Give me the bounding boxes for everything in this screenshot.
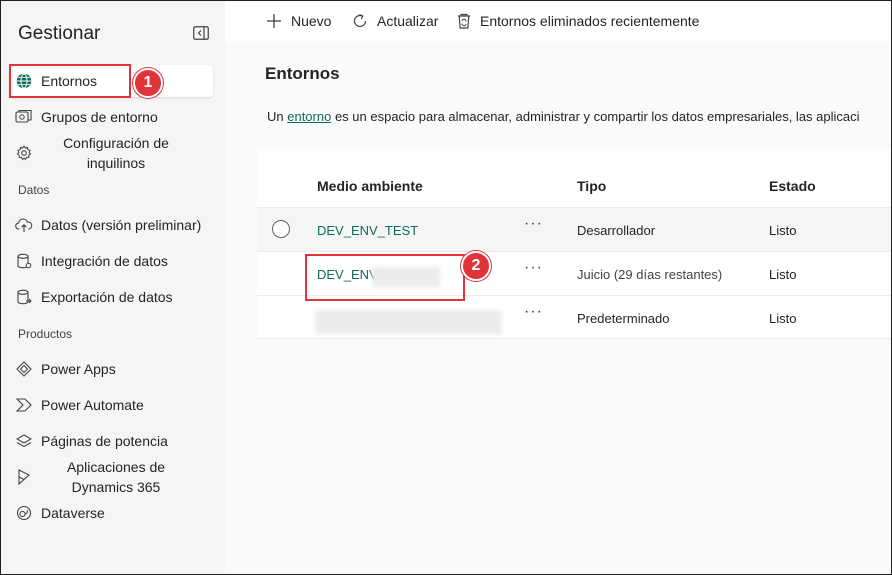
row-select-radio[interactable]: [272, 220, 290, 238]
cloud-upload-icon: [15, 216, 33, 234]
app-window: Gestionar Entornos Grupos de entorno Con…: [0, 0, 892, 575]
page-description: Un entorno es un espacio para almacenar,…: [267, 109, 860, 124]
sidebar-item-label: Configuración de inquilinos: [63, 135, 169, 171]
environment-link[interactable]: entorno: [287, 109, 331, 124]
annotation-badge-2: 2: [461, 251, 491, 281]
environment-state: Listo: [769, 311, 797, 326]
refresh-icon: [353, 13, 367, 28]
gear-icon: [15, 144, 33, 162]
environment-type: Predeterminado: [577, 311, 670, 326]
sidebar-item-configuracion[interactable]: Configuración de inquilinos: [9, 133, 213, 173]
page-title: Entornos: [265, 64, 340, 83]
redacted-environment-name[interactable]: [315, 310, 502, 334]
section-label-datos: Datos: [18, 183, 50, 197]
column-header-state[interactable]: Estado: [769, 178, 816, 194]
column-header-environment[interactable]: Medio ambiente: [317, 178, 423, 194]
sidebar-item-label: Exportación de datos: [41, 289, 173, 305]
sidebar-item-label: Dataverse: [41, 505, 105, 521]
sidebar-item-label: Aplicaciones de Dynamics 365: [66, 459, 166, 495]
table-header: Medio ambiente Tipo Estado: [257, 149, 891, 207]
refresh-button[interactable]: Actualizar: [351, 12, 438, 30]
recently-deleted-button[interactable]: Entornos eliminados recientemente: [456, 12, 699, 30]
sidebar-item-label: Power Automate: [41, 397, 144, 413]
sidebar-item-label: Grupos de entorno: [41, 109, 158, 125]
section-label-productos: Productos: [18, 327, 73, 341]
database-export-icon: [15, 288, 33, 306]
environment-state: Listo: [769, 267, 797, 282]
power-automate-icon: [15, 396, 33, 414]
sidebar-item-label: Integración de datos: [41, 253, 168, 269]
sidebar-title: Gestionar: [18, 23, 101, 44]
annotation-highlight-1: [9, 64, 131, 98]
sidebar-item-power-pages[interactable]: Páginas de potencia: [9, 431, 213, 451]
environment-groups-icon: [15, 108, 33, 126]
sidebar-item-datos-preliminar[interactable]: Datos (versión preliminar): [9, 215, 213, 235]
dynamics-icon: [15, 468, 33, 486]
dataverse-icon: [15, 504, 33, 522]
collapse-sidebar-icon[interactable]: [193, 26, 209, 40]
sidebar-item-integracion[interactable]: Integración de datos: [9, 251, 213, 271]
sidebar-item-grupos[interactable]: Grupos de entorno: [9, 107, 213, 127]
column-header-type[interactable]: Tipo: [577, 178, 606, 194]
sidebar-item-exportacion[interactable]: Exportación de datos: [9, 287, 213, 307]
recently-deleted-label: Entornos eliminados recientemente: [480, 13, 700, 29]
desc-suffix: es un espacio para almacenar, administra…: [331, 109, 860, 124]
annotation-highlight-2: [305, 254, 465, 301]
table-row[interactable]: ··· Predeterminado Listo: [257, 295, 891, 339]
power-pages-icon: [15, 432, 33, 450]
sidebar-item-label: Páginas de potencia: [41, 433, 168, 449]
environment-type: Juicio (29 días restantes): [577, 267, 723, 282]
sidebar-item-label: Power Apps: [41, 361, 116, 377]
new-button[interactable]: Nuevo: [265, 12, 331, 30]
refresh-button-label: Actualizar: [377, 13, 439, 29]
sidebar-item-power-apps[interactable]: Power Apps: [9, 359, 213, 379]
environment-name-link[interactable]: DEV_ENV_TEST: [317, 223, 418, 238]
database-icon: [15, 252, 33, 270]
more-options-icon[interactable]: ···: [524, 215, 543, 233]
power-apps-icon: [15, 360, 33, 378]
sidebar-item-power-automate[interactable]: Power Automate: [9, 395, 213, 415]
environment-type: Desarrollador: [577, 223, 656, 238]
sidebar-item-dynamics[interactable]: Aplicaciones de Dynamics 365: [9, 457, 213, 497]
table-row[interactable]: DEV_ENV_TEST ··· Desarrollador Listo: [257, 207, 891, 251]
plus-icon: [267, 14, 281, 28]
annotation-badge-1: 1: [133, 68, 163, 98]
environment-state: Listo: [769, 223, 797, 238]
more-options-icon[interactable]: ···: [524, 259, 543, 277]
sidebar-item-label: Datos (versión preliminar): [41, 217, 202, 233]
desc-prefix: Un: [267, 109, 288, 124]
environments-table: Medio ambiente Tipo Estado DEV_ENV_TEST …: [257, 149, 891, 339]
sidebar-item-dataverse[interactable]: Dataverse: [9, 503, 213, 523]
command-bar: Nuevo Actualizar Entornos eliminados rec…: [225, 1, 891, 41]
new-button-label: Nuevo: [291, 13, 332, 29]
more-options-icon[interactable]: ···: [524, 303, 543, 321]
recycle-bin-icon: [458, 13, 470, 29]
